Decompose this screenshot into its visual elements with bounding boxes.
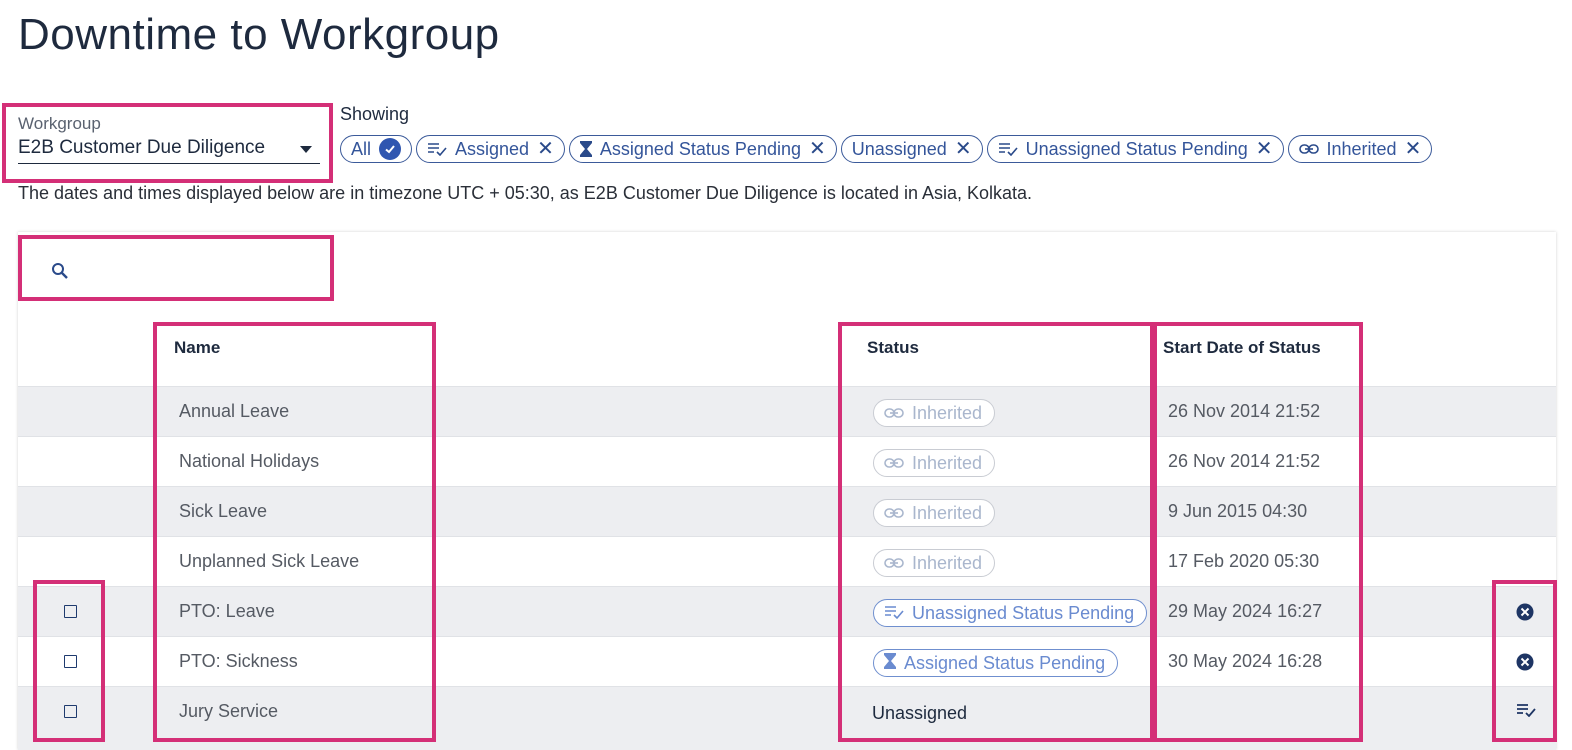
table-row[interactable]: National Holidays Inherited 26 Nov 2014 … <box>18 436 1556 486</box>
caret-down-icon[interactable] <box>300 146 312 153</box>
hourglass-icon <box>579 141 592 157</box>
status-badge: Inherited <box>873 549 996 577</box>
close-icon[interactable]: ✕ <box>809 139 826 159</box>
row-start-date: 9 Jun 2015 04:30 <box>1168 501 1308 521</box>
table-row[interactable]: Jury Service Unassigned <box>18 686 1556 750</box>
close-icon[interactable]: ✕ <box>1256 139 1273 159</box>
row-start-date: 29 May 2024 16:27 <box>1168 601 1323 621</box>
status-label: Assigned Status Pending <box>904 652 1106 673</box>
page-title: Downtime to Workgroup <box>18 10 500 59</box>
status-badge: Assigned Status Pending <box>873 649 1119 677</box>
filter-chip-label: Inherited <box>1326 138 1397 159</box>
row-checkbox[interactable] <box>64 655 77 668</box>
status-badge: Inherited <box>873 499 996 527</box>
search-icon[interactable] <box>51 262 69 285</box>
table-header: Name Status Start Date of Status <box>18 322 1556 386</box>
close-icon[interactable]: ✕ <box>955 139 972 159</box>
table-row[interactable]: Sick Leave Inherited 9 Jun 2015 04:30 <box>18 486 1556 536</box>
link-icon <box>884 453 904 474</box>
row-checkbox[interactable] <box>64 605 77 618</box>
workgroup-select[interactable]: Workgroup E2B Customer Due Diligence <box>18 114 320 164</box>
filter-chip-label: Assigned Status Pending <box>599 138 801 159</box>
row-name: National Holidays <box>179 451 320 471</box>
filter-chip-label: All <box>351 138 372 159</box>
filter-chip-label: Unassigned Status Pending <box>1025 138 1248 159</box>
column-header-name[interactable]: Name <box>174 338 220 358</box>
row-start-date: 30 May 2024 16:28 <box>1168 651 1323 671</box>
table-row[interactable]: PTO: Leave Unassigned Status Pending 29 … <box>18 586 1556 636</box>
link-icon <box>884 403 904 424</box>
filter-chip-inherited[interactable]: Inherited ✕ <box>1287 135 1433 163</box>
filter-chip-unassigned-status-pending[interactable]: Unassigned Status Pending ✕ <box>986 135 1284 163</box>
link-icon <box>884 553 904 574</box>
row-name: Sick Leave <box>179 501 268 521</box>
list-check-icon <box>998 142 1018 156</box>
filter-chips: All Assigned ✕ Assigned Status Pending ✕… <box>340 135 1433 163</box>
row-name: Annual Leave <box>179 401 290 421</box>
row-start-date: 26 Nov 2014 21:52 <box>1168 401 1321 421</box>
table-row[interactable]: PTO: Sickness Assigned Status Pending 30… <box>18 636 1556 686</box>
status-label: Inherited <box>912 452 983 473</box>
column-header-status[interactable]: Status <box>867 338 919 358</box>
status-badge: Inherited <box>873 449 996 477</box>
status-badge: Unassigned Status Pending <box>873 599 1148 627</box>
check-circle-icon <box>379 138 402 160</box>
link-icon <box>1298 143 1319 155</box>
row-checkbox[interactable] <box>64 705 77 718</box>
status-label: Unassigned Status Pending <box>912 602 1135 623</box>
filter-chip-unassigned[interactable]: Unassigned ✕ <box>840 135 983 163</box>
row-name: PTO: Leave <box>179 601 275 621</box>
close-icon[interactable]: ✕ <box>537 139 554 159</box>
cancel-circle-icon[interactable] <box>1516 603 1534 626</box>
timezone-note: The dates and times displayed below are … <box>18 183 1033 203</box>
downtime-table: Name Status Start Date of Status Annual … <box>18 232 1556 750</box>
list-check-icon[interactable] <box>1516 703 1536 722</box>
table-row[interactable]: Annual Leave Inherited 26 Nov 2014 21:52 <box>18 386 1556 436</box>
status-label: Inherited <box>912 402 983 423</box>
filter-chip-assigned[interactable]: Assigned ✕ <box>416 135 565 163</box>
status-label: Unassigned <box>872 703 968 723</box>
row-name: PTO: Sickness <box>179 651 298 671</box>
link-icon <box>884 503 904 524</box>
filter-chip-label: Assigned <box>455 138 530 159</box>
close-icon[interactable]: ✕ <box>1405 139 1422 159</box>
showing-label: Showing <box>340 104 410 124</box>
workgroup-value[interactable]: E2B Customer Due Diligence <box>18 137 265 159</box>
hourglass-icon <box>884 652 896 674</box>
filter-chip-all[interactable]: All <box>340 135 413 163</box>
list-check-icon <box>884 603 904 624</box>
workgroup-underline <box>18 163 320 164</box>
status-badge: Inherited <box>873 399 996 427</box>
filter-chip-label: Unassigned <box>851 138 947 159</box>
column-header-start-date[interactable]: Start Date of Status <box>1163 338 1321 358</box>
filter-chip-assigned-status-pending[interactable]: Assigned Status Pending ✕ <box>568 135 837 163</box>
table-row[interactable]: Unplanned Sick Leave Inherited 17 Feb 20… <box>18 536 1556 586</box>
status-label: Inherited <box>912 502 983 523</box>
row-start-date: 17 Feb 2020 05:30 <box>1168 551 1320 571</box>
cancel-circle-icon[interactable] <box>1516 653 1534 676</box>
workgroup-label: Workgroup <box>18 114 101 133</box>
status-label: Inherited <box>912 552 983 573</box>
row-start-date: 26 Nov 2014 21:52 <box>1168 451 1321 471</box>
list-check-icon <box>427 142 447 156</box>
row-name: Jury Service <box>179 701 279 721</box>
row-name: Unplanned Sick Leave <box>179 551 360 571</box>
